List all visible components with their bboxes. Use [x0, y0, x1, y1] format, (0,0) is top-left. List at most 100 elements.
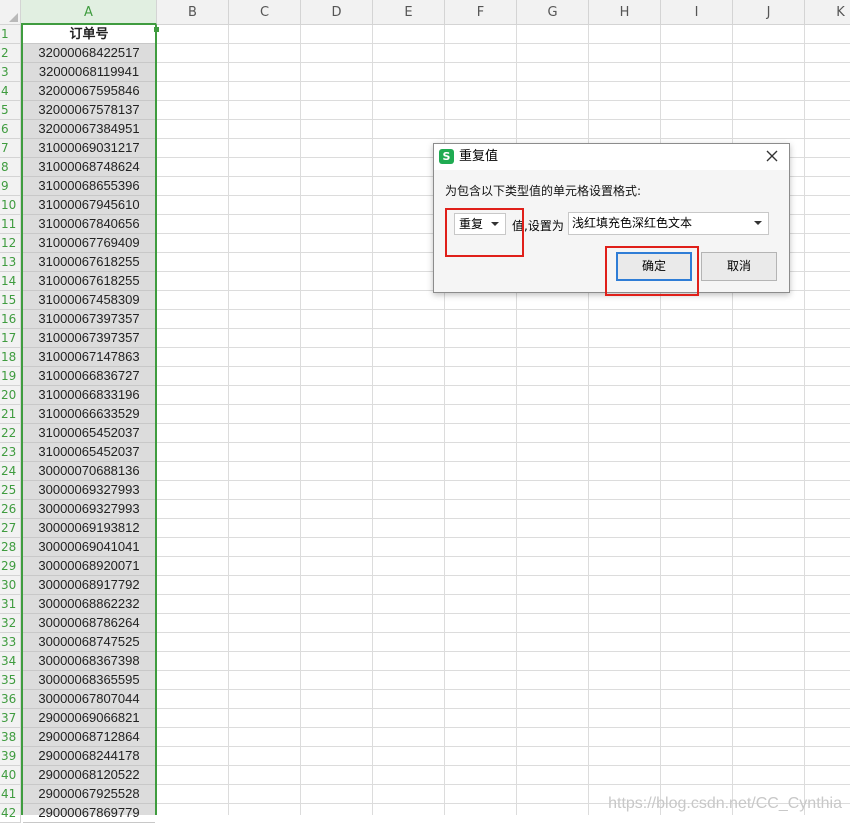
- row-header[interactable]: 40: [0, 766, 21, 785]
- table-cell[interactable]: 31000065452037: [23, 443, 155, 462]
- column-header-j[interactable]: J: [733, 0, 805, 25]
- row-header[interactable]: 8: [0, 158, 21, 177]
- close-icon[interactable]: [763, 147, 781, 165]
- table-cell[interactable]: 31000067840656: [23, 215, 155, 234]
- row-header[interactable]: 15: [0, 291, 21, 310]
- row-header[interactable]: 24: [0, 462, 21, 481]
- cancel-button[interactable]: 取消: [701, 252, 777, 281]
- row-header[interactable]: 33: [0, 633, 21, 652]
- row-header[interactable]: 7: [0, 139, 21, 158]
- table-cell[interactable]: 31000067458309: [23, 291, 155, 310]
- table-cell[interactable]: 30000069327993: [23, 500, 155, 519]
- column-header-e[interactable]: E: [373, 0, 445, 25]
- row-header[interactable]: 20: [0, 386, 21, 405]
- column-header-k[interactable]: K: [805, 0, 850, 25]
- row-header[interactable]: 27: [0, 519, 21, 538]
- table-cell[interactable]: 30000069327993: [23, 481, 155, 500]
- table-cell[interactable]: 31000065452037: [23, 424, 155, 443]
- row-header[interactable]: 11: [0, 215, 21, 234]
- row-header[interactable]: 35: [0, 671, 21, 690]
- table-cell[interactable]: 30000069041041: [23, 538, 155, 557]
- row-header[interactable]: 4: [0, 82, 21, 101]
- row-header[interactable]: 41: [0, 785, 21, 804]
- column-header-i[interactable]: I: [661, 0, 733, 25]
- dialog-titlebar[interactable]: S 重复值: [434, 144, 789, 170]
- column-header-d[interactable]: D: [301, 0, 373, 25]
- row-header[interactable]: 19: [0, 367, 21, 386]
- row-header[interactable]: 31: [0, 595, 21, 614]
- row-header[interactable]: 9: [0, 177, 21, 196]
- table-cell[interactable]: 30000068862232: [23, 595, 155, 614]
- table-cell[interactable]: 29000069066821: [23, 709, 155, 728]
- row-header[interactable]: 23: [0, 443, 21, 462]
- table-cell[interactable]: 30000070688136: [23, 462, 155, 481]
- table-cell[interactable]: 29000067869779: [23, 804, 155, 823]
- table-cell[interactable]: 31000067397357: [23, 329, 155, 348]
- row-header[interactable]: 28: [0, 538, 21, 557]
- row-header[interactable]: 1: [0, 25, 21, 44]
- table-cell[interactable]: 31000066833196: [23, 386, 155, 405]
- row-header[interactable]: 30: [0, 576, 21, 595]
- row-header[interactable]: 13: [0, 253, 21, 272]
- table-cell[interactable]: 31000067769409: [23, 234, 155, 253]
- row-header[interactable]: 37: [0, 709, 21, 728]
- row-header[interactable]: 26: [0, 500, 21, 519]
- table-cell[interactable]: 32000067384951: [23, 120, 155, 139]
- row-header[interactable]: 17: [0, 329, 21, 348]
- row-header[interactable]: 2: [0, 44, 21, 63]
- table-cell[interactable]: 30000067807044: [23, 690, 155, 709]
- table-cell[interactable]: 31000068748624: [23, 158, 155, 177]
- table-cell[interactable]: 30000068917792: [23, 576, 155, 595]
- row-header[interactable]: 14: [0, 272, 21, 291]
- column-header-b[interactable]: B: [157, 0, 229, 25]
- row-header[interactable]: 21: [0, 405, 21, 424]
- table-cell[interactable]: 30000068365595: [23, 671, 155, 690]
- table-cell[interactable]: 31000069031217: [23, 139, 155, 158]
- row-header[interactable]: 6: [0, 120, 21, 139]
- table-cell[interactable]: 32000067595846: [23, 82, 155, 101]
- table-cell[interactable]: 31000066633529: [23, 405, 155, 424]
- column-header-f[interactable]: F: [445, 0, 517, 25]
- table-cell[interactable]: 31000068655396: [23, 177, 155, 196]
- table-cell[interactable]: 31000067397357: [23, 310, 155, 329]
- row-header[interactable]: 29: [0, 557, 21, 576]
- format-style-select[interactable]: 浅红填充色深红色文本: [568, 212, 769, 235]
- table-cell[interactable]: 32000068422517: [23, 44, 155, 63]
- row-header[interactable]: 34: [0, 652, 21, 671]
- select-all-corner[interactable]: [0, 0, 21, 25]
- header-cell-order-number[interactable]: 订单号: [23, 25, 155, 44]
- table-cell[interactable]: 30000068747525: [23, 633, 155, 652]
- selection-fill-handle[interactable]: [154, 27, 159, 32]
- column-a-selected[interactable]: 订单号 32000068422517 32000068119941 320000675…: [21, 25, 157, 823]
- row-header[interactable]: 10: [0, 196, 21, 215]
- table-cell[interactable]: 30000068920071: [23, 557, 155, 576]
- table-cell[interactable]: 29000068120522: [23, 766, 155, 785]
- row-header[interactable]: 39: [0, 747, 21, 766]
- row-header[interactable]: 16: [0, 310, 21, 329]
- row-header[interactable]: 32: [0, 614, 21, 633]
- table-cell[interactable]: 29000067925528: [23, 785, 155, 804]
- table-cell[interactable]: 32000067578137: [23, 101, 155, 120]
- row-header[interactable]: 18: [0, 348, 21, 367]
- row-header[interactable]: 5: [0, 101, 21, 120]
- table-cell[interactable]: 30000068367398: [23, 652, 155, 671]
- table-cell[interactable]: 30000069193812: [23, 519, 155, 538]
- row-header[interactable]: 22: [0, 424, 21, 443]
- table-cell[interactable]: 29000068712864: [23, 728, 155, 747]
- row-header[interactable]: 42: [0, 804, 21, 823]
- table-cell[interactable]: 31000067147863: [23, 348, 155, 367]
- row-header[interactable]: 36: [0, 690, 21, 709]
- row-header[interactable]: 12: [0, 234, 21, 253]
- column-header-g[interactable]: G: [517, 0, 589, 25]
- table-cell[interactable]: 31000067945610: [23, 196, 155, 215]
- row-header[interactable]: 3: [0, 63, 21, 82]
- table-cell[interactable]: 32000068119941: [23, 63, 155, 82]
- table-cell[interactable]: 31000067618255: [23, 253, 155, 272]
- table-cell[interactable]: 31000066836727: [23, 367, 155, 386]
- column-header-c[interactable]: C: [229, 0, 301, 25]
- row-header[interactable]: 25: [0, 481, 21, 500]
- row-header[interactable]: 38: [0, 728, 21, 747]
- column-header-a[interactable]: A: [21, 0, 157, 25]
- table-cell[interactable]: 31000067618255: [23, 272, 155, 291]
- table-cell[interactable]: 29000068244178: [23, 747, 155, 766]
